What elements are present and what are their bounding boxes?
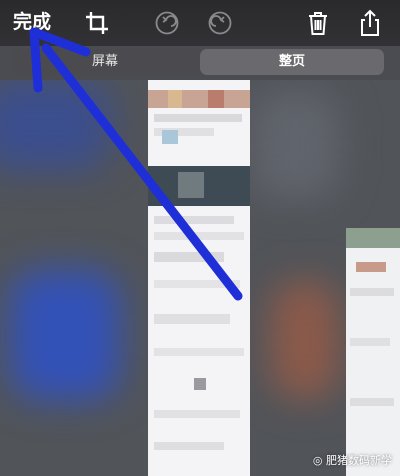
- strip-tile: [154, 114, 242, 122]
- strip-tile: [208, 90, 224, 108]
- strip-tile: [154, 442, 224, 450]
- redo-icon[interactable]: [205, 8, 235, 38]
- strip-tile: [154, 216, 234, 224]
- capture-mode-segmented-control: 屏幕 整页: [12, 49, 384, 75]
- strip-tile: [350, 338, 390, 346]
- secondary-page-strip: [346, 228, 400, 476]
- strip-tile: [154, 410, 240, 418]
- strip-tile: [168, 90, 182, 108]
- strip-tile: [162, 130, 178, 144]
- segment-screen[interactable]: 屏幕: [12, 49, 198, 75]
- strip-tile: [148, 90, 250, 108]
- strip-tile: [356, 262, 386, 272]
- screenshot-preview-canvas[interactable]: [0, 80, 400, 476]
- watermark: ◎ 肥猪数码新学: [313, 452, 392, 468]
- strip-tile: [350, 288, 394, 296]
- strip-tile: [154, 348, 244, 356]
- blurred-content: [270, 280, 340, 400]
- weibo-icon: ◎: [312, 454, 323, 467]
- strip-tile: [350, 398, 394, 406]
- done-button[interactable]: 完成: [13, 9, 51, 35]
- strip-tile: [154, 280, 240, 288]
- strip-tile: [178, 172, 204, 198]
- blurred-content: [10, 270, 120, 400]
- strip-tile: [154, 314, 230, 324]
- top-toolbar: 完成: [0, 0, 400, 46]
- trash-icon[interactable]: [303, 8, 333, 38]
- crop-icon[interactable]: [82, 8, 112, 38]
- full-page-strip: [148, 80, 250, 476]
- blurred-content: [0, 80, 110, 170]
- undo-icon[interactable]: [152, 8, 182, 38]
- strip-tile: [346, 228, 400, 248]
- share-icon[interactable]: [355, 8, 385, 38]
- strip-tile: [154, 232, 244, 240]
- segment-full-page[interactable]: 整页: [200, 49, 384, 75]
- blurred-content: [250, 90, 340, 200]
- strip-tile: [194, 378, 206, 390]
- strip-tile: [154, 252, 224, 262]
- watermark-text: 肥猪数码新学: [326, 454, 392, 467]
